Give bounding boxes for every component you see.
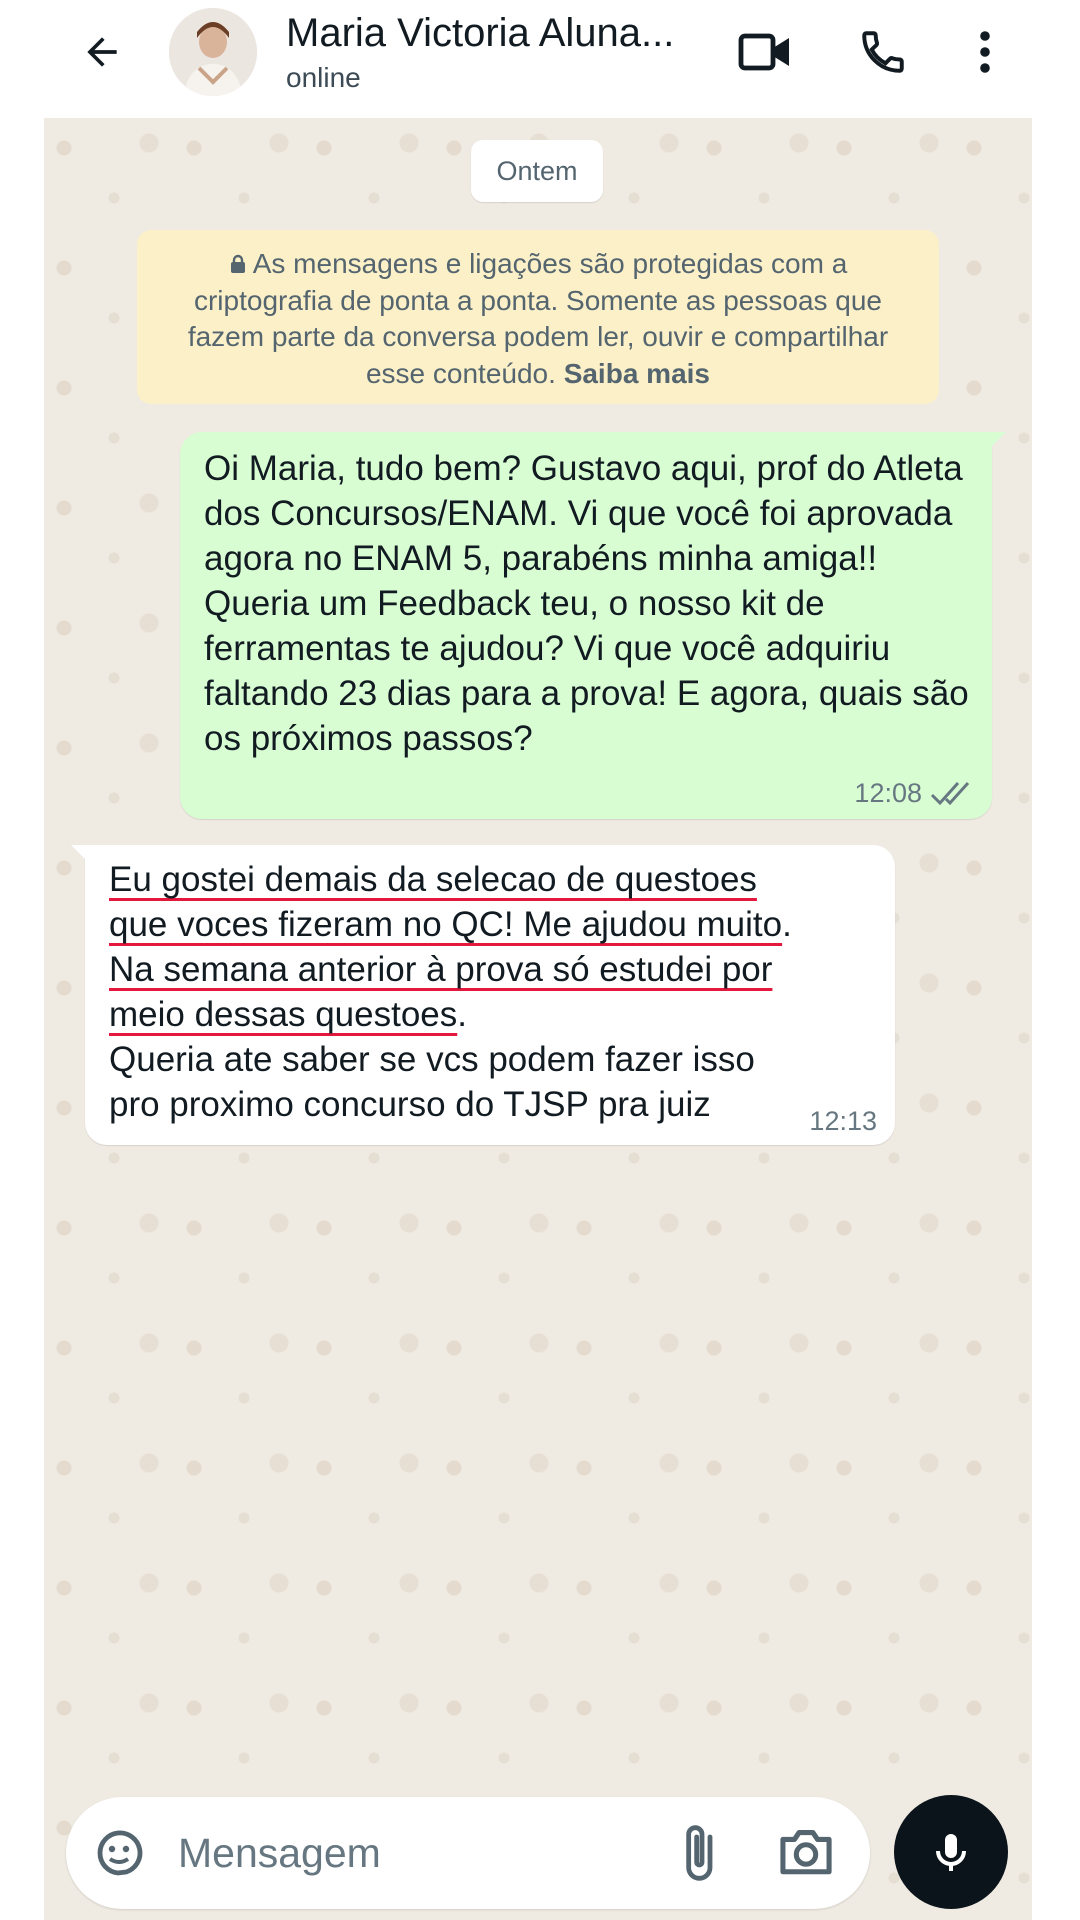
read-receipt-icon [930,781,970,806]
camera-icon [780,1830,832,1875]
encryption-notice[interactable]: As mensagens e ligações são protegidas c… [137,230,939,404]
message-time: 12:13 [809,1106,877,1136]
phone-icon [862,31,904,73]
camera-button[interactable] [776,1823,840,1883]
attach-button[interactable] [666,1821,730,1885]
spellcheck-flagged-text: Na semana anterior à prova só estudei po… [109,950,773,989]
spellcheck-flagged-text: meio dessas questoes [109,995,458,1034]
message-line: Eu gostei demais da selecao de questoes [109,857,889,902]
voice-message-button[interactable] [894,1795,1008,1909]
emoji-button[interactable] [92,1825,148,1881]
back-arrow-icon [87,37,117,67]
more-vertical-icon [980,31,990,73]
message-line: Queria ate saber se vcs podem fazer isso [109,1040,755,1079]
message-punctuation: . [782,905,792,944]
spellcheck-flagged-text: que voces fizeram no QC! Me ajudou muito [109,905,783,944]
message-text: Eu gostei demais da selecao de questoes … [109,857,889,1127]
message-composer [66,1797,870,1909]
contact-photo-icon [169,8,257,96]
chat-header: Maria Victoria Aluna... online [0,0,1080,118]
message-line: meio dessas questoes. [109,992,889,1037]
message-time: 12:08 [854,778,922,808]
date-separator: Ontem [471,140,603,202]
message-line: Na semana anterior à prova só estudei po… [109,947,889,992]
sticker-emoji-icon [97,1830,143,1876]
outgoing-message[interactable]: Oi Maria, tudo bem? Gustavo aqui, prof d… [180,432,1006,819]
avatar[interactable] [169,8,257,96]
message-line: que voces fizeram no QC! Me ajudou muito… [109,902,889,947]
paperclip-icon [686,1825,713,1881]
message-input[interactable] [178,1821,568,1885]
more-options-button[interactable] [953,20,1017,84]
video-call-button[interactable] [733,20,797,84]
back-button[interactable] [72,22,132,82]
message-punctuation: . [457,995,467,1034]
encryption-notice-text: As mensagens e ligações são protegidas c… [187,248,889,389]
contact-status: online [286,62,361,93]
message-text: Oi Maria, tudo bem? Gustavo aqui, prof d… [204,449,969,758]
lock-icon [230,254,245,273]
spellcheck-flagged-text: Eu gostei demais da selecao de questoes [109,860,757,899]
microphone-icon [936,1834,966,1871]
voice-call-button[interactable] [851,20,915,84]
contact-name[interactable]: Maria Victoria Aluna... [286,8,696,58]
message-line: pro proximo concurso do TJSP pra juiz [109,1085,711,1124]
incoming-message[interactable]: Eu gostei demais da selecao de questoes … [71,845,895,1145]
video-call-icon [738,33,789,71]
learn-more-link[interactable]: Saiba mais [564,358,710,389]
